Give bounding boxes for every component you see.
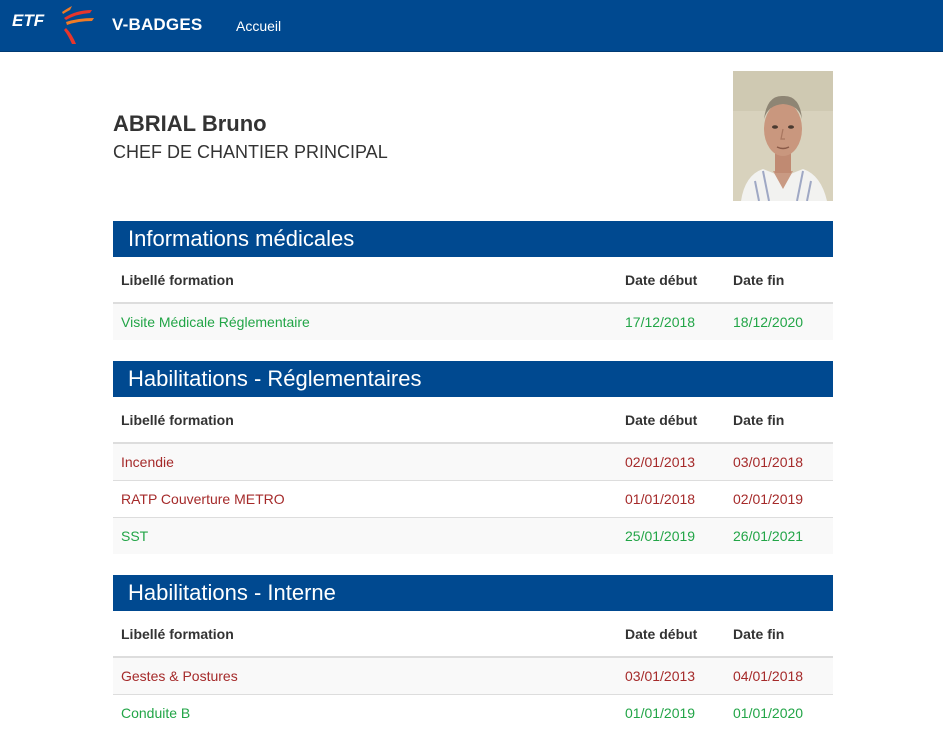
training-end-date: 18/12/2020 bbox=[725, 303, 833, 340]
column-header-start-date[interactable]: Date début bbox=[617, 611, 725, 658]
employee-name: ABRIAL Bruno bbox=[113, 111, 267, 136]
training-end-date: 01/01/2020 bbox=[725, 693, 833, 731]
training-label: Incendie bbox=[113, 443, 617, 480]
column-header-end-date[interactable]: Date fin bbox=[725, 257, 833, 304]
training-table: Libellé formation Date début Date fin Visit… bbox=[113, 257, 833, 340]
nav-link-home[interactable]: Accueil bbox=[236, 18, 281, 34]
column-header-label[interactable]: Libellé formation bbox=[113, 257, 617, 304]
column-header-label[interactable]: Libellé formation bbox=[113, 397, 617, 444]
column-header-start-date[interactable]: Date début bbox=[617, 257, 725, 304]
table-header-row: Libellé formation Date début Date fin bbox=[113, 257, 833, 304]
table-row: Gestes & Postures 03/01/2013 04/01/2018 bbox=[113, 657, 833, 694]
employee-photo bbox=[733, 71, 833, 201]
column-header-end-date[interactable]: Date fin bbox=[725, 611, 833, 658]
training-label: Visite Médicale Réglementaire bbox=[113, 303, 617, 340]
section-header: Habilitations - Réglementaires bbox=[113, 361, 833, 397]
employee-job-title: CHEF DE CHANTIER PRINCIPAL bbox=[113, 142, 388, 162]
table-header-row: Libellé formation Date début Date fin bbox=[113, 611, 833, 658]
training-start-date: 25/01/2019 bbox=[617, 516, 725, 554]
logo-text: ETF bbox=[12, 11, 45, 30]
training-end-date: 04/01/2018 bbox=[725, 657, 833, 694]
table-row: SST 25/01/2019 26/01/2021 bbox=[113, 516, 833, 554]
app-name[interactable]: V-BADGES bbox=[112, 15, 202, 35]
table-header-row: Libellé formation Date début Date fin bbox=[113, 397, 833, 444]
training-label: SST bbox=[113, 516, 617, 554]
training-start-date: 01/01/2018 bbox=[617, 479, 725, 517]
training-start-date: 03/01/2013 bbox=[617, 657, 725, 694]
training-start-date: 02/01/2013 bbox=[617, 443, 725, 480]
training-start-date: 17/12/2018 bbox=[617, 303, 725, 340]
training-end-date: 03/01/2018 bbox=[725, 443, 833, 480]
training-label: Conduite B bbox=[113, 693, 617, 731]
table-row: Conduite B 01/01/2019 01/01/2020 bbox=[113, 693, 833, 731]
column-header-end-date[interactable]: Date fin bbox=[725, 397, 833, 444]
top-navbar: ETF V-BADGES Accueil bbox=[0, 0, 943, 52]
training-end-date: 26/01/2021 bbox=[725, 516, 833, 554]
etf-logo[interactable]: ETF bbox=[10, 4, 98, 46]
section-header: Informations médicales bbox=[113, 221, 833, 257]
training-label: RATP Couverture METRO bbox=[113, 479, 617, 517]
training-table: Libellé formation Date début Date fin Incen… bbox=[113, 397, 833, 554]
column-header-start-date[interactable]: Date début bbox=[617, 397, 725, 444]
training-end-date: 02/01/2019 bbox=[725, 479, 833, 517]
section-header: Habilitations - Interne bbox=[113, 575, 833, 611]
column-header-label[interactable]: Libellé formation bbox=[113, 611, 617, 658]
table-row: Incendie 02/01/2013 03/01/2018 bbox=[113, 443, 833, 480]
table-row: RATP Couverture METRO 01/01/2018 02/01/201… bbox=[113, 479, 833, 517]
training-table: Libellé formation Date début Date fin Geste… bbox=[113, 611, 833, 731]
table-row: Visite Médicale Réglementaire 17/12/2018 1… bbox=[113, 303, 833, 340]
training-start-date: 01/01/2019 bbox=[617, 693, 725, 731]
training-label: Gestes & Postures bbox=[113, 657, 617, 694]
